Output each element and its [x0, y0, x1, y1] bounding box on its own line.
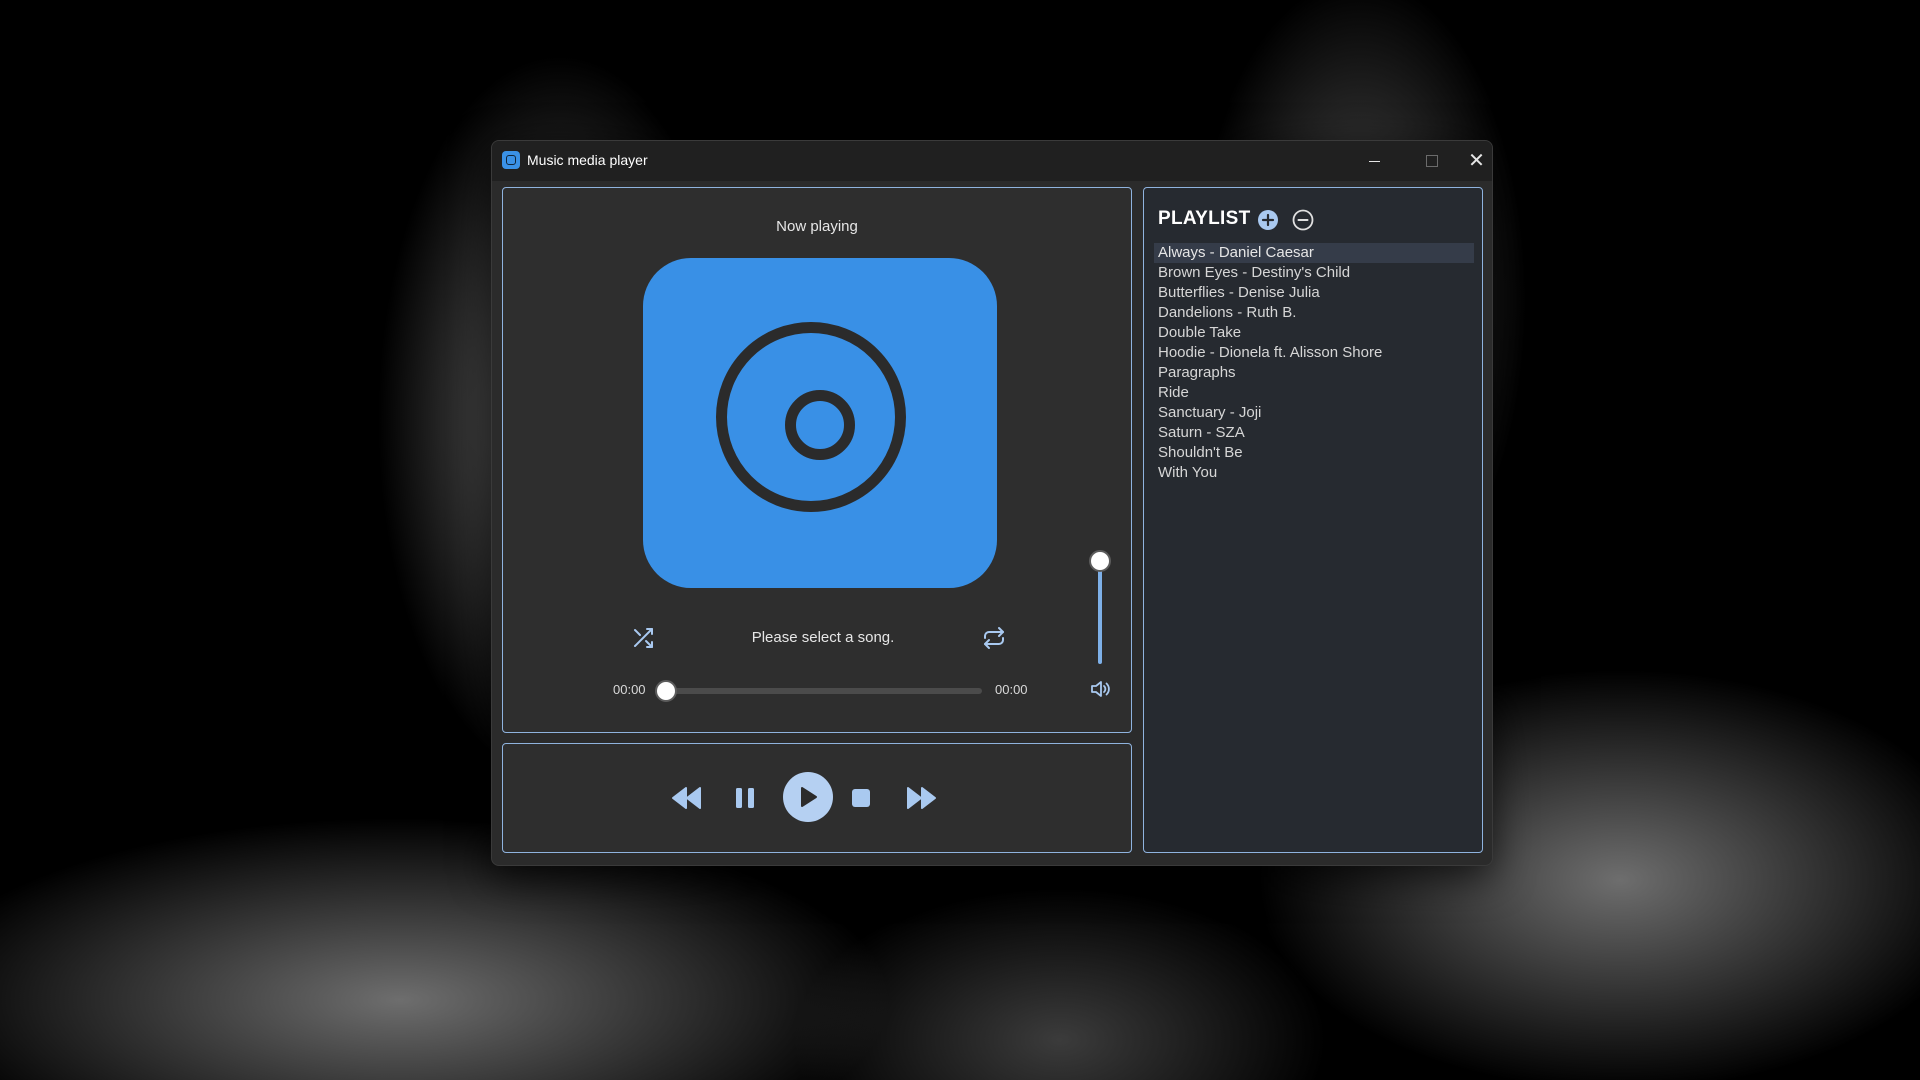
stop-icon: [852, 789, 870, 807]
maximize-icon: [1426, 155, 1438, 167]
playlist-item[interactable]: Hoodie - Dionela ft. Alisson Shore: [1154, 343, 1474, 363]
playlist-item[interactable]: Brown Eyes - Destiny's Child: [1154, 263, 1474, 283]
pause-button[interactable]: [727, 780, 763, 816]
current-time: 00:00: [613, 682, 646, 697]
total-time: 00:00: [995, 682, 1028, 697]
fast-forward-icon: [907, 787, 936, 809]
playlist-title: PLAYLIST: [1158, 208, 1251, 229]
minus-circle-icon[interactable]: [1292, 209, 1314, 231]
app-window: Music media player ✕ Now playing Please …: [491, 140, 1493, 866]
playlist-item[interactable]: Saturn - SZA: [1154, 423, 1474, 443]
app-icon: [502, 151, 520, 169]
play-icon: [801, 787, 817, 807]
now-playing-panel: Now playing Please select a song. 00:00 …: [502, 187, 1132, 733]
disc-center-icon: [785, 390, 855, 460]
shuffle-icon[interactable]: [631, 626, 655, 650]
playlist-panel: PLAYLIST Always - Daniel Caesar Brown Ey…: [1143, 187, 1483, 853]
seek-bar[interactable]: [666, 688, 982, 694]
song-status-text: Please select a song.: [751, 629, 895, 646]
minimize-icon: [1368, 160, 1380, 162]
playlist-item[interactable]: Ride: [1154, 383, 1474, 403]
album-art: [643, 258, 997, 588]
title-bar[interactable]: Music media player ✕: [492, 141, 1492, 181]
playlist-item[interactable]: Butterflies - Denise Julia: [1154, 283, 1474, 303]
repeat-icon[interactable]: [981, 626, 1007, 650]
rewind-button[interactable]: [669, 780, 705, 816]
volume-slider[interactable]: [1098, 558, 1102, 664]
playlist-item[interactable]: Sanctuary - Joji: [1154, 403, 1474, 423]
speaker-icon[interactable]: [1089, 678, 1111, 700]
stop-button[interactable]: [843, 780, 879, 816]
plus-circle-icon[interactable]: [1257, 209, 1279, 231]
playlist-item[interactable]: Shouldn't Be: [1154, 443, 1474, 463]
now-playing-label: Now playing: [776, 218, 858, 235]
rewind-icon: [672, 787, 701, 809]
play-button[interactable]: [783, 772, 833, 822]
close-icon: ✕: [1468, 150, 1485, 172]
transport-controls: [502, 743, 1132, 853]
close-button[interactable]: ✕: [1461, 141, 1492, 181]
window-title: Music media player: [527, 152, 648, 168]
seek-thumb[interactable]: [655, 680, 677, 702]
minimize-button[interactable]: [1345, 141, 1403, 181]
playlist-item[interactable]: Always - Daniel Caesar: [1154, 243, 1474, 263]
maximize-button[interactable]: [1403, 141, 1461, 181]
playlist-item[interactable]: Paragraphs: [1154, 363, 1474, 383]
playlist-item[interactable]: Double Take: [1154, 323, 1474, 343]
pause-icon: [736, 788, 754, 808]
playlist-item[interactable]: Dandelions - Ruth B.: [1154, 303, 1474, 323]
playlist-list: Always - Daniel Caesar Brown Eyes - Dest…: [1154, 243, 1474, 483]
playlist-item[interactable]: With You: [1154, 463, 1474, 483]
fast-forward-button[interactable]: [901, 780, 941, 816]
volume-thumb[interactable]: [1089, 550, 1111, 572]
